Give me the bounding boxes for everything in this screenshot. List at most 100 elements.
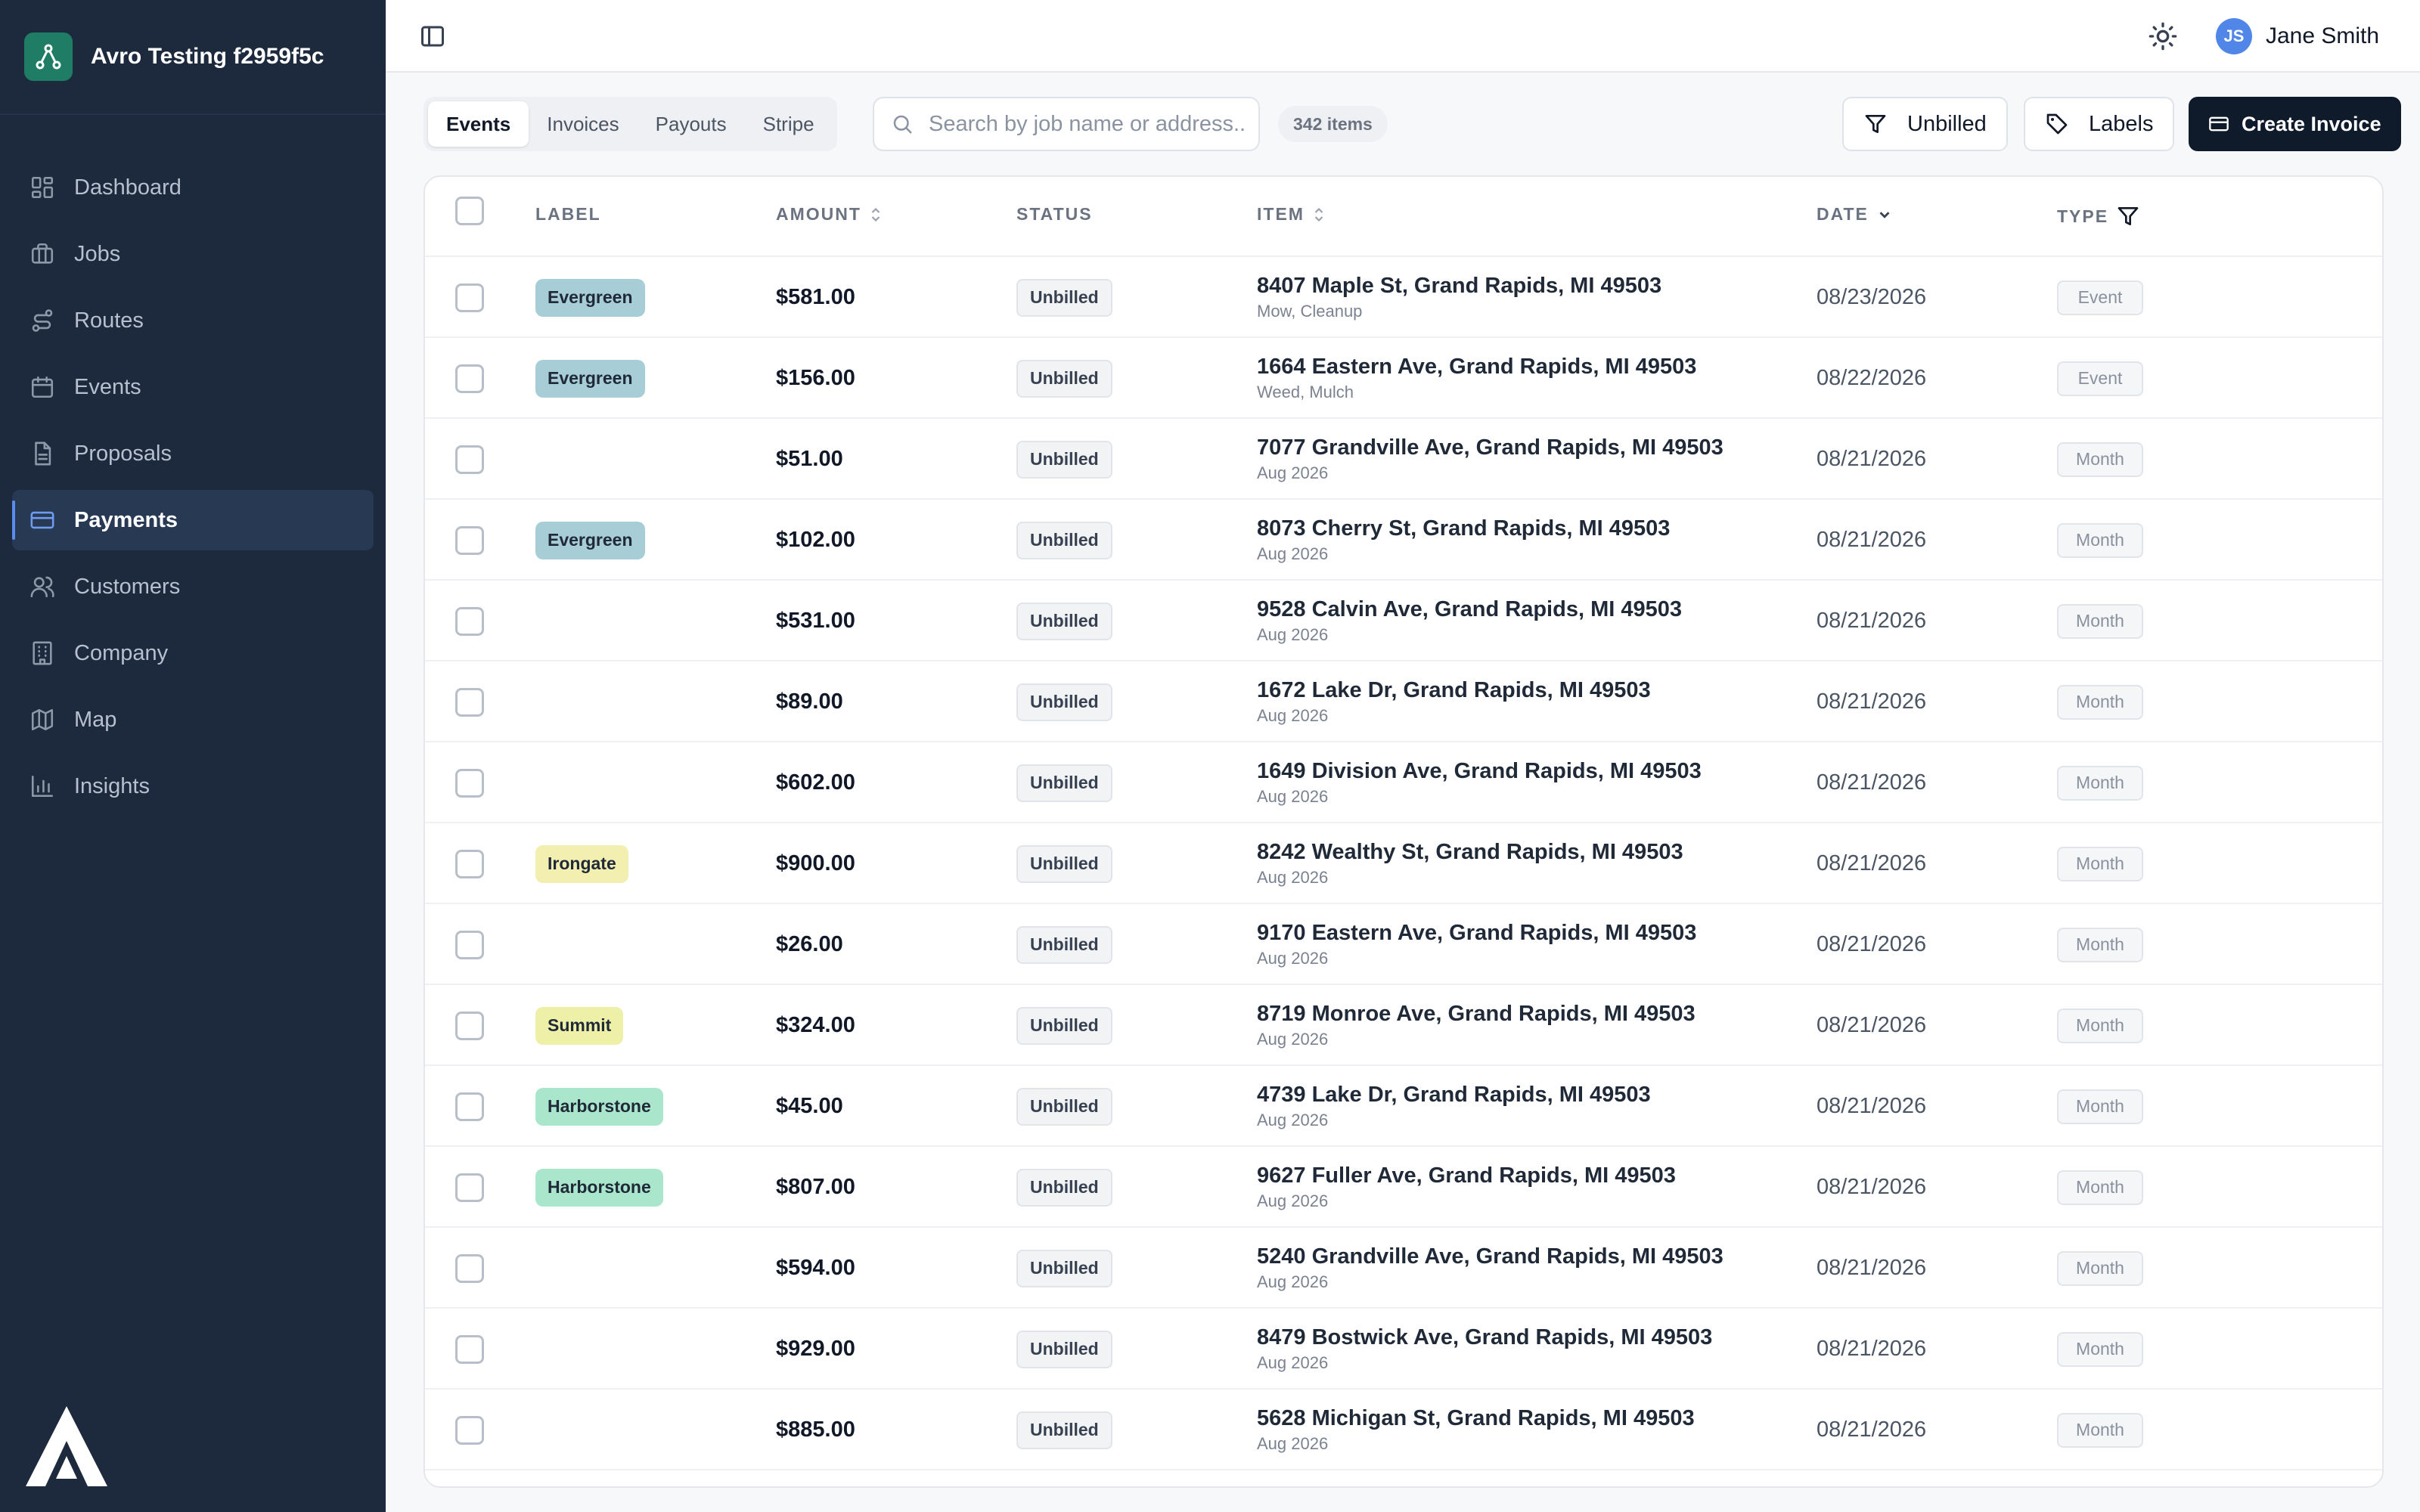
sidebar-item-events[interactable]: Events — [12, 357, 374, 417]
item-address[interactable]: 1649 Division Ave, Grand Rapids, MI 4950… — [1257, 759, 1702, 784]
sun-icon[interactable] — [2148, 21, 2178, 51]
brand-header[interactable]: Avro Testing f2959f5c — [0, 0, 386, 115]
row-checkbox[interactable] — [455, 849, 484, 878]
table-row[interactable]: $89.00 Unbilled 1672 Lake Dr, Grand Rapids… — [425, 660, 2382, 741]
item-address[interactable]: 8073 Cherry St, Grand Rapids, MI 49503 — [1257, 516, 1670, 541]
table-row[interactable]: $602.00 Unbilled 1649 Division Ave, Grand … — [425, 741, 2382, 822]
table-row[interactable]: $929.00 Unbilled 8479 Bostwick Ave, Grand … — [425, 1307, 2382, 1388]
row-checkbox[interactable] — [455, 1011, 484, 1040]
sidebar-item-customers[interactable]: Customers — [12, 556, 374, 617]
row-checkbox[interactable] — [455, 1173, 484, 1202]
sidebar-item-label: Events — [74, 374, 141, 399]
col-label[interactable]: LABEL — [535, 204, 601, 225]
search-icon — [893, 115, 912, 134]
table-row[interactable]: Summit $324.00 Unbilled 8719 Monroe Ave, Gr… — [425, 984, 2382, 1064]
sidebar-item-payments[interactable]: Payments — [12, 490, 374, 550]
table-row[interactable]: $26.00 Unbilled 9170 Eastern Ave, Grand Ra… — [425, 903, 2382, 984]
select-all-checkbox[interactable] — [455, 197, 484, 225]
row-checkbox[interactable] — [455, 445, 484, 474]
item-address[interactable]: 9528 Calvin Ave, Grand Rapids, MI 49503 — [1257, 597, 1682, 622]
table-row[interactable]: Evergreen $102.00 Unbilled 8073 Cherry St, … — [425, 498, 2382, 579]
col-status: STATUS — [1016, 204, 1093, 225]
type-badge: Month — [2057, 684, 2143, 720]
item-address[interactable]: 8407 Maple St, Grand Rapids, MI 49503 — [1257, 274, 1661, 299]
item-address[interactable]: 8479 Bostwick Ave, Grand Rapids, MI 4950… — [1257, 1325, 1712, 1350]
date: 08/21/2026 — [1817, 1013, 1927, 1037]
item-address[interactable]: 9627 Fuller Ave, Grand Rapids, MI 49503 — [1257, 1163, 1676, 1188]
credit-card-icon — [29, 507, 56, 534]
item-address[interactable]: 1664 Eastern Ave, Grand Rapids, MI 49503 — [1257, 355, 1696, 380]
sidebar-item-jobs[interactable]: Jobs — [12, 224, 374, 284]
labels-button[interactable]: Labels — [2024, 97, 2175, 151]
row-checkbox[interactable] — [455, 930, 484, 959]
item-address[interactable]: 1672 Lake Dr, Grand Rapids, MI 49503 — [1257, 678, 1651, 703]
row-checkbox[interactable] — [455, 1092, 484, 1121]
sidebar-item-dashboard[interactable]: Dashboard — [12, 157, 374, 218]
item-address[interactable]: 7077 Grandville Ave, Grand Rapids, MI 49… — [1257, 435, 1723, 460]
row-checkbox[interactable] — [455, 687, 484, 717]
users-icon — [29, 573, 56, 600]
sidebar-item-company[interactable]: Company — [12, 623, 374, 683]
table-row[interactable]: Harborstone $807.00 Unbilled 9627 Fuller Av… — [425, 1145, 2382, 1226]
search-input[interactable] — [929, 111, 1246, 137]
item-subtitle: Aug 2026 — [1257, 1434, 1329, 1453]
create-invoice-button[interactable]: Create Invoice — [2189, 97, 2401, 151]
label-chip[interactable]: Summit — [535, 1006, 624, 1045]
table-row[interactable]: Irongate $900.00 Unbilled 8242 Wealthy St, … — [425, 822, 2382, 903]
status-badge: Unbilled — [1016, 359, 1112, 398]
row-checkbox[interactable] — [455, 1415, 484, 1445]
col-type[interactable]: TYPE — [2057, 204, 2140, 228]
row-checkbox[interactable] — [455, 606, 484, 636]
col-amount-text: AMOUNT — [776, 204, 861, 224]
tag-icon — [2046, 113, 2068, 135]
item-address[interactable]: 8242 Wealthy St, Grand Rapids, MI 49503 — [1257, 840, 1683, 865]
status-badge: Unbilled — [1016, 278, 1112, 317]
search-box[interactable] — [873, 97, 1260, 151]
status-badge: Unbilled — [1016, 764, 1112, 802]
type-badge: Month — [2057, 522, 2143, 558]
type-badge: Month — [2057, 1412, 2143, 1448]
status-badge: Unbilled — [1016, 925, 1112, 964]
sidebar-item-insights[interactable]: Insights — [12, 756, 374, 816]
filter-icon[interactable] — [2116, 204, 2140, 228]
table-row[interactable]: $531.00 Unbilled 9528 Calvin Ave, Grand Ra… — [425, 579, 2382, 660]
row-checkbox[interactable] — [455, 1253, 484, 1283]
col-amount[interactable]: AMOUNT — [776, 204, 883, 225]
tab-stripe[interactable]: Stripe — [745, 101, 833, 147]
tab-events[interactable]: Events — [428, 101, 529, 147]
unbilled-filter-button[interactable]: Unbilled — [1842, 97, 2008, 151]
label-chip[interactable]: Harborstone — [535, 1087, 663, 1126]
type-badge: Month — [2057, 442, 2143, 477]
row-checkbox[interactable] — [455, 1334, 484, 1364]
table-row[interactable]: $51.00 Unbilled 7077 Grandville Ave, Grand… — [425, 417, 2382, 498]
label-chip[interactable]: Evergreen — [535, 521, 645, 559]
user-menu[interactable]: JS Jane Smith — [2216, 18, 2379, 54]
col-item[interactable]: ITEM — [1257, 204, 1326, 225]
row-checkbox[interactable] — [455, 768, 484, 798]
label-chip[interactable]: Evergreen — [535, 359, 645, 398]
tab-payouts[interactable]: Payouts — [638, 101, 745, 147]
sidebar-item-routes[interactable]: Routes — [12, 290, 374, 351]
sidebar-item-proposals[interactable]: Proposals — [12, 423, 374, 484]
table-row[interactable]: $885.00 Unbilled 5628 Michigan St, Grand R… — [425, 1388, 2382, 1469]
item-address[interactable]: 5628 Michigan St, Grand Rapids, MI 49503 — [1257, 1406, 1695, 1431]
sidebar: Avro Testing f2959f5c Dashboard Jobs Route… — [0, 0, 386, 1512]
item-address[interactable]: 9170 Eastern Ave, Grand Rapids, MI 49503 — [1257, 921, 1696, 946]
row-checkbox[interactable] — [455, 364, 484, 393]
item-address[interactable]: 8719 Monroe Ave, Grand Rapids, MI 49503 — [1257, 1002, 1696, 1027]
sidebar-item-map[interactable]: Map — [12, 689, 374, 750]
table-row[interactable]: Harborstone $45.00 Unbilled 4739 Lake Dr, G… — [425, 1064, 2382, 1145]
item-address[interactable]: 4739 Lake Dr, Grand Rapids, MI 49503 — [1257, 1083, 1651, 1108]
item-address[interactable]: 5240 Grandville Ave, Grand Rapids, MI 49… — [1257, 1244, 1723, 1269]
label-chip[interactable]: Evergreen — [535, 278, 645, 317]
label-chip[interactable]: Harborstone — [535, 1168, 663, 1207]
row-checkbox[interactable] — [455, 525, 484, 555]
table-row[interactable]: Evergreen $156.00 Unbilled 1664 Eastern Ave… — [425, 336, 2382, 417]
tab-invoices[interactable]: Invoices — [529, 101, 637, 147]
table-row[interactable]: Evergreen $581.00 Unbilled 8407 Maple St, G… — [425, 256, 2382, 336]
table-row[interactable]: $594.00 Unbilled 5240 Grandville Ave, Gran… — [425, 1226, 2382, 1307]
sidebar-toggle-icon[interactable] — [419, 23, 446, 50]
col-date[interactable]: DATE — [1817, 204, 1893, 225]
label-chip[interactable]: Irongate — [535, 844, 628, 883]
row-checkbox[interactable] — [455, 283, 484, 312]
